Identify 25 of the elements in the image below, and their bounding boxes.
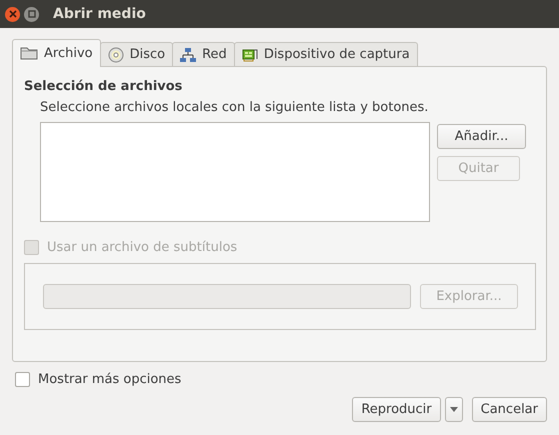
checkbox-label: Usar un archivo de subtítulos (47, 240, 238, 255)
close-button[interactable] (5, 6, 20, 22)
folder-icon (20, 46, 38, 60)
network-icon (180, 46, 196, 62)
dropdown-button[interactable] (444, 397, 463, 422)
checkbox-label: Mostrar más opciones (38, 372, 182, 387)
tab[interactable]: Archivo (12, 39, 101, 67)
expansion-card-icon (242, 48, 258, 62)
cancel-button[interactable]: Cancelar (472, 397, 547, 422)
window-title: Abrir medio (53, 6, 146, 22)
checkbox[interactable] (15, 372, 30, 387)
caret-icon (450, 407, 458, 412)
section-heading: Selección de archivos (24, 79, 184, 94)
add-button[interactable]: Añadir... (437, 124, 526, 149)
close-icon (8, 10, 16, 18)
description-text: Seleccione archivos locales con la siguiente lista y botones. (40, 100, 430, 115)
subtitle-file-field[interactable] (43, 284, 411, 309)
tab[interactable]: Red (172, 42, 235, 66)
maximize-icon (28, 10, 36, 18)
play-button[interactable]: Reproducir (352, 397, 441, 422)
tab[interactable]: Dispositivo de captura (234, 42, 418, 66)
file-list[interactable] (40, 122, 430, 222)
tab[interactable]: Disco (100, 42, 174, 66)
maximize-button[interactable] (24, 6, 39, 22)
disc-icon (108, 46, 124, 62)
